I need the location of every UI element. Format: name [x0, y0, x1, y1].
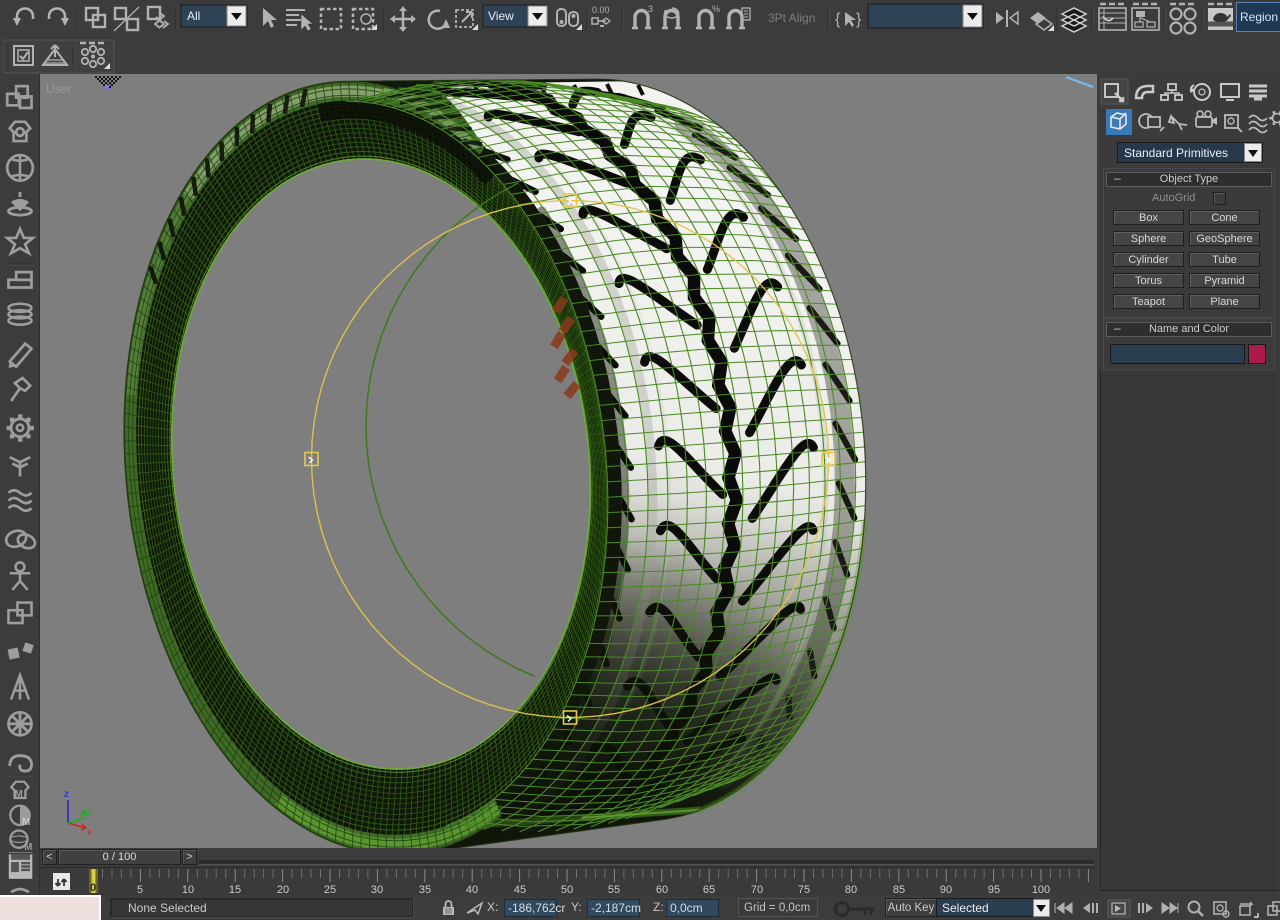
svg-text:5: 5: [137, 884, 143, 895]
svg-text:100: 100: [1032, 884, 1050, 895]
svg-text:3: 3: [648, 4, 653, 14]
svg-text:M: M: [15, 789, 23, 800]
svg-text:0: 0: [90, 882, 96, 894]
svg-text:View: View: [488, 9, 514, 23]
svg-text:30: 30: [371, 884, 383, 895]
svg-text:90: 90: [940, 884, 952, 895]
svg-text:y: y: [87, 806, 92, 816]
svg-text:35: 35: [419, 884, 431, 895]
svg-text:80: 80: [845, 884, 857, 895]
svg-text:85: 85: [893, 884, 905, 895]
svg-text:50: 50: [561, 884, 573, 895]
svg-text:55: 55: [608, 884, 620, 895]
svg-text:65: 65: [703, 884, 715, 895]
svg-text:All: All: [187, 9, 200, 23]
svg-text:45: 45: [514, 884, 526, 895]
svg-text:40: 40: [466, 884, 478, 895]
svg-text:%: %: [712, 4, 720, 14]
svg-text:70: 70: [751, 884, 763, 895]
svg-text:User: User: [46, 82, 71, 96]
svg-text:75: 75: [798, 884, 810, 895]
svg-text:15: 15: [229, 884, 241, 895]
svg-text:10: 10: [182, 884, 194, 895]
svg-text:3Pt Align: 3Pt Align: [768, 11, 815, 25]
svg-text:}: }: [856, 11, 862, 28]
svg-text:M: M: [22, 817, 30, 828]
svg-text:{: {: [835, 11, 841, 28]
svg-text:z: z: [64, 789, 69, 800]
svg-text:M: M: [24, 842, 32, 853]
svg-text:95: 95: [988, 884, 1000, 895]
svg-text:0.00: 0.00: [592, 5, 610, 15]
svg-text:60: 60: [656, 884, 668, 895]
svg-text:20: 20: [277, 884, 289, 895]
svg-text:25: 25: [324, 884, 336, 895]
svg-text:x: x: [87, 827, 92, 837]
